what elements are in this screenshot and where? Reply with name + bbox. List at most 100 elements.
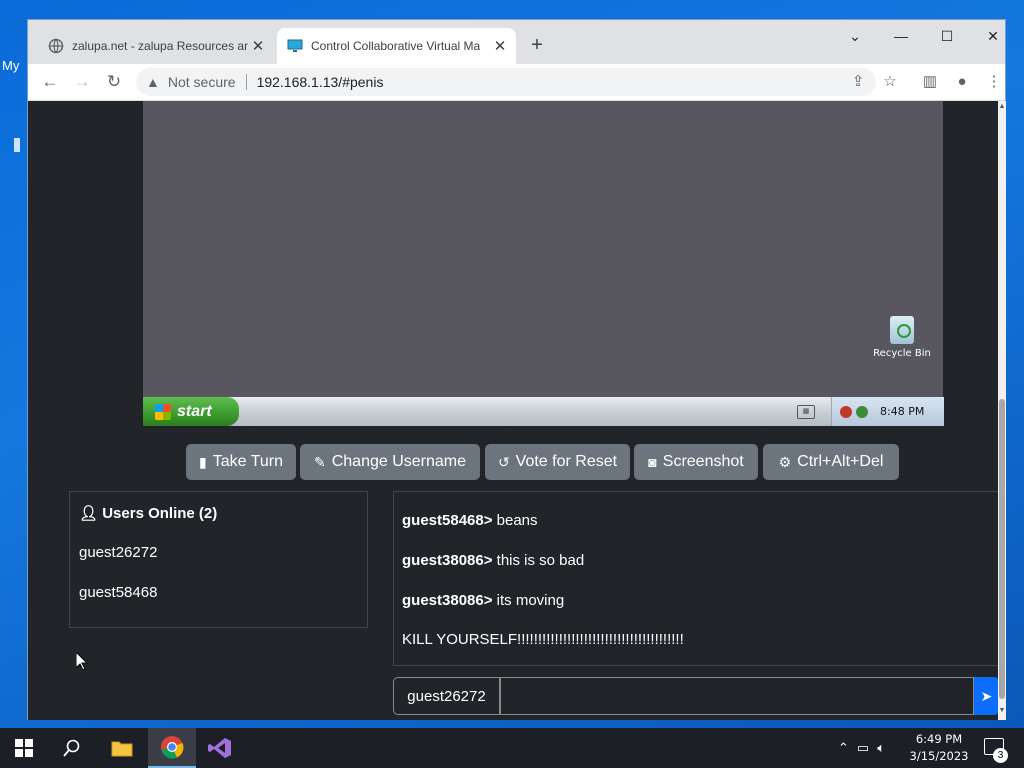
windows-start-button[interactable] (0, 728, 48, 768)
vm-clock: 8:48 PM (880, 405, 925, 418)
network-icon[interactable]: ▭ (857, 740, 869, 756)
user-list-item[interactable]: guest26272 (79, 544, 157, 561)
windows-flag-icon (155, 403, 171, 420)
vm-system-tray[interactable]: 8:48 PM (831, 397, 944, 426)
tab-strip: zalupa.net - zalupa Resources an ✕ Contr… (28, 20, 1005, 64)
taskbar-clock[interactable]: 6:49 PM 3/15/2023 (904, 731, 974, 765)
user-edit-icon: ✎ (313, 453, 326, 470)
system-tray-icons: ⌃ ▭ 🔈︎ (838, 728, 885, 768)
file-explorer-button[interactable] (98, 728, 146, 768)
chat-text: KILL YOURSELF!!!!!!!!!!!!!!!!!!!!!!!!!!!… (402, 631, 684, 648)
browser-toolbar: ← → ↻ ▲ Not secure 192.168.1.13/#penis ⇪… (28, 64, 1005, 101)
scroll-up-arrow-icon[interactable]: ▲ (998, 103, 1006, 113)
camera-icon: ◙ (648, 454, 657, 470)
minimize-button[interactable]: — (886, 26, 916, 46)
paper-plane-icon: ➤ (980, 687, 993, 704)
chat-log: guest58468> beans guest38086> this is so… (393, 491, 998, 666)
recycle-bin-label: Recycle Bin (873, 348, 931, 359)
desktop-icon-label[interactable]: My (2, 58, 19, 73)
vm-display[interactable]: Recycle Bin (143, 101, 943, 426)
tab-search-dropdown-icon[interactable]: ⌄ (840, 26, 870, 46)
screenshot-label: Screenshot (662, 453, 744, 470)
tab-close-icon[interactable]: ✕ (490, 37, 510, 55)
scroll-down-arrow-icon[interactable]: ▼ (998, 707, 1006, 717)
chat-text: its moving (492, 592, 565, 609)
network-icon[interactable] (856, 405, 868, 418)
page-scrollbar[interactable]: ▲ ▼ (998, 101, 1006, 720)
chat-input-row: guest26272 ➤ (393, 677, 998, 715)
volume-icon[interactable]: 🔈︎ (877, 740, 885, 756)
security-shield-icon[interactable] (840, 405, 852, 418)
search-icon[interactable] (48, 728, 96, 768)
kebab-menu-icon[interactable]: ⋮ (983, 71, 1005, 93)
chat-username-label: guest26272 (393, 677, 500, 715)
reload-icon[interactable]: ↻ (103, 71, 125, 93)
change-username-label: Change Username (331, 453, 467, 470)
tab-title: zalupa.net - zalupa Resources an (72, 39, 248, 53)
chat-message: guest38086> its moving (402, 592, 564, 609)
chat-username: guest38086> (402, 592, 493, 609)
users-online-title: Users Online (2) (102, 505, 218, 522)
close-window-button[interactable]: ✕ (978, 26, 1008, 46)
security-label[interactable]: Not secure (168, 74, 236, 90)
vote-reset-label: Vote for Reset (515, 453, 618, 470)
ctrl-alt-del-button[interactable]: ⚙ Ctrl+Alt+Del (763, 444, 899, 480)
notification-count-badge: 3 (993, 748, 1008, 763)
take-turn-label: Take Turn (212, 453, 283, 470)
windows-taskbar: ⌃ ▭ 🔈︎ 6:49 PM 3/15/2023 3 (0, 728, 1024, 768)
undo-icon: ↺ (497, 453, 510, 470)
star-bookmark-icon[interactable]: ☆ (879, 71, 901, 93)
url-text[interactable]: 192.168.1.13/#penis (257, 74, 384, 90)
chat-text: this is so bad (492, 552, 585, 569)
vote-reset-button[interactable]: ↺ Vote for Reset (485, 444, 630, 480)
folder-icon (111, 741, 133, 757)
take-turn-button[interactable]: ▮ Take Turn (186, 444, 296, 480)
address-bar[interactable]: ▲ Not secure 192.168.1.13/#penis (136, 68, 876, 96)
change-username-button[interactable]: ✎ Change Username (300, 444, 480, 480)
keyboard-icon[interactable]: ▦ (797, 405, 815, 419)
tab-zalupa[interactable]: zalupa.net - zalupa Resources an ✕ (38, 28, 274, 64)
collabvm-page: Recycle Bin start ▦ 8:48 PM ▮ Take Turn … (28, 101, 998, 720)
users-online-panel: 👤︎ Users Online (2) guest26272 guest5846… (69, 491, 368, 628)
user-list-item[interactable]: guest58468 (79, 584, 157, 601)
chat-message: KILL YOURSELF!!!!!!!!!!!!!!!!!!!!!!!!!!!… (402, 631, 684, 648)
chevron-up-icon[interactable]: ⌃ (838, 740, 849, 756)
share-icon[interactable]: ⇪ (847, 71, 869, 93)
chrome-icon (161, 736, 184, 759)
maximize-button[interactable]: ☐ (932, 26, 962, 46)
recycle-bin-icon (890, 316, 914, 344)
warning-triangle-icon[interactable]: ▲ (146, 74, 160, 90)
chat-username: guest38086> (402, 552, 493, 569)
gear-icon: ⚙ (778, 453, 792, 470)
vm-taskbar[interactable]: start ▦ 8:48 PM (143, 397, 944, 426)
vm-recycle-bin[interactable]: Recycle Bin (871, 316, 933, 359)
clock-time: 6:49 PM (915, 732, 963, 746)
tab-title: Control Collaborative Virtual Ma (311, 39, 481, 53)
visual-studio-button[interactable] (196, 728, 244, 768)
chat-message-input[interactable] (500, 677, 974, 715)
chrome-taskbar-button[interactable] (148, 728, 196, 768)
chat-message: guest58468> beans (402, 512, 538, 529)
new-tab-button[interactable]: + (526, 34, 548, 56)
users-online-heading: 👤︎ Users Online (2) (79, 504, 217, 522)
windows-logo-icon (15, 739, 33, 757)
back-arrow-icon[interactable]: ← (39, 71, 61, 93)
monitor-icon (287, 39, 303, 52)
profile-avatar-icon[interactable]: ● (951, 71, 973, 93)
ctrl-alt-del-label: Ctrl+Alt+Del (797, 453, 884, 470)
vm-start-button[interactable]: start (143, 397, 239, 426)
scrollbar-thumb[interactable] (999, 399, 1005, 699)
tab-close-icon[interactable]: ✕ (248, 37, 268, 55)
clock-date: 3/15/2023 (909, 749, 969, 763)
user-icon: 👤︎ (79, 505, 99, 522)
magnifier-icon (63, 739, 80, 757)
visual-studio-icon (208, 738, 231, 758)
chat-message: guest38086> this is so bad (402, 552, 584, 569)
send-button[interactable]: ➤ (974, 677, 998, 715)
divider (245, 74, 247, 90)
screenshot-button[interactable]: ◙ Screenshot (634, 444, 758, 480)
forward-arrow-icon[interactable]: → (71, 71, 93, 93)
tab-collabvm[interactable]: Control Collaborative Virtual Ma ✕ (277, 28, 516, 64)
mouse-icon: ▮ (199, 453, 207, 470)
side-panel-icon[interactable]: ▥ (919, 71, 941, 93)
